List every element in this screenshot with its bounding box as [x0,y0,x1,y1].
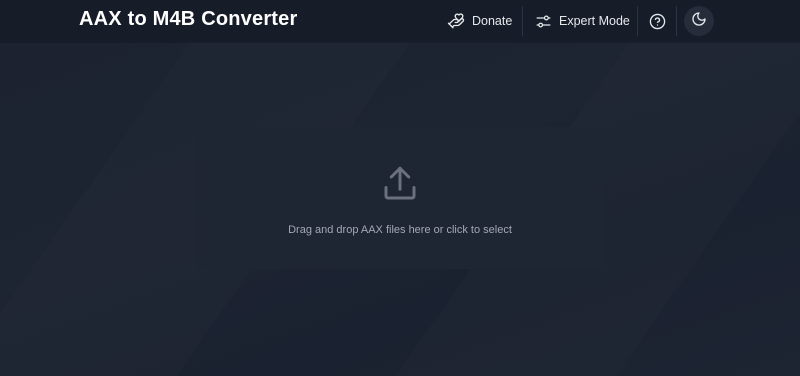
donate-icon [447,12,465,30]
nav-divider [637,6,638,36]
expert-mode-label: Expert Mode [559,14,630,28]
nav-divider [676,6,677,36]
donate-button[interactable]: Donate [447,8,512,34]
top-bar: AAX to M4B Converter Donate Expert Mode [0,0,800,42]
expert-mode-button[interactable]: Expert Mode [535,8,630,34]
nav-divider [522,6,523,36]
file-dropzone[interactable]: Drag and drop AAX files here or click to… [197,127,603,269]
theme-toggle-button[interactable] [684,6,714,36]
help-circle-icon [649,13,666,30]
sliders-icon [535,13,552,30]
help-button[interactable] [649,11,666,31]
donate-label: Donate [472,14,513,28]
dropzone-instructions: Drag and drop AAX files here or click to… [288,224,512,236]
app-title: AAX to M4B Converter [79,8,298,30]
moon-icon [691,11,707,32]
upload-icon [379,163,421,210]
